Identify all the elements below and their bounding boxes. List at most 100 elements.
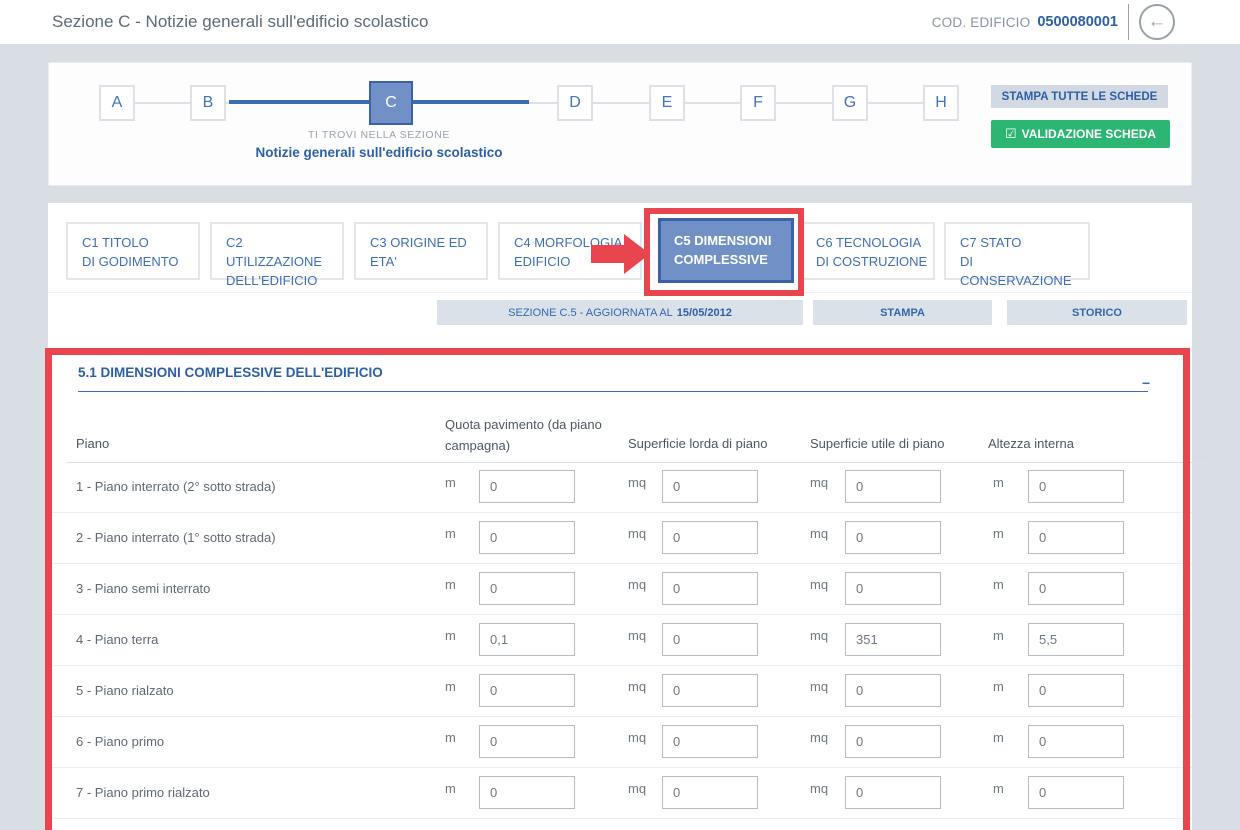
altezza-interna-input[interactable] bbox=[1028, 470, 1124, 503]
unit-label: mq bbox=[810, 577, 828, 592]
quota-pavimento-input[interactable] bbox=[479, 470, 575, 503]
header-divider bbox=[1128, 4, 1129, 40]
superficie-utile-input[interactable] bbox=[845, 725, 941, 758]
table-row: 5 - Piano rialzato m mq mq m bbox=[48, 666, 1192, 717]
column-header-altezza-interna: Altezza interna bbox=[988, 436, 1074, 451]
tab-label-line1: C2 UTILIZZAZIONE bbox=[226, 233, 342, 271]
table-row: 1 - Piano interrato (2° sotto strada) m … bbox=[48, 462, 1192, 513]
quota-pavimento-input[interactable] bbox=[479, 521, 575, 554]
building-code-label: COD. EDIFICIO bbox=[932, 15, 1031, 30]
unit-label: m bbox=[445, 577, 456, 592]
arrow-left-circle-icon: ← bbox=[1148, 11, 1167, 32]
superficie-lorda-input[interactable] bbox=[662, 623, 758, 656]
altezza-interna-input[interactable] bbox=[1028, 521, 1124, 554]
unit-label: mq bbox=[628, 730, 646, 745]
unit-label: m bbox=[445, 526, 456, 541]
tab-label-line2: COMPLESSIVE bbox=[674, 250, 791, 269]
page-title: Sezione C - Notizie generali sull'edific… bbox=[52, 0, 428, 44]
table-row: 2 - Piano interrato (1° sotto strada) m … bbox=[48, 513, 1192, 564]
superficie-utile-input[interactable] bbox=[845, 572, 941, 605]
altezza-interna-input[interactable] bbox=[1028, 623, 1124, 656]
unit-label: m bbox=[993, 781, 1004, 796]
unit-label: m bbox=[445, 679, 456, 694]
quota-pavimento-input[interactable] bbox=[479, 776, 575, 809]
unit-label: mq bbox=[810, 781, 828, 796]
altezza-interna-input[interactable] bbox=[1028, 725, 1124, 758]
collapse-section-control[interactable]: − bbox=[1142, 375, 1150, 391]
tab-c2-utilizzazione-edificio[interactable]: C2 UTILIZZAZIONE DELL'EDIFICIO bbox=[210, 222, 344, 280]
wizard-card: A B C D E F G H TI TROVI NELLA SEZIONE N… bbox=[48, 62, 1192, 186]
tab-c5-dimensioni-complessive-active[interactable]: C5 DIMENSIONI COMPLESSIVE bbox=[658, 218, 794, 283]
unit-label: mq bbox=[810, 679, 828, 694]
tab-c3-origine-ed-eta[interactable]: C3 ORIGINE ED ETA' bbox=[354, 222, 488, 280]
wizard-step-g[interactable]: G bbox=[832, 85, 868, 121]
superficie-utile-input[interactable] bbox=[845, 776, 941, 809]
row-label: 2 - Piano interrato (1° sotto strada) bbox=[76, 530, 276, 545]
row-label: 1 - Piano interrato (2° sotto strada) bbox=[76, 479, 276, 494]
tab-c7-stato-di-conservazione[interactable]: C7 STATO DI CONSERVAZIONE bbox=[944, 222, 1090, 280]
superficie-utile-input[interactable] bbox=[845, 470, 941, 503]
row-label: 3 - Piano semi interrato bbox=[76, 581, 210, 596]
column-header-superficie-lorda: Superficie lorda di piano bbox=[628, 436, 767, 451]
wizard-step-b[interactable]: B bbox=[190, 85, 226, 121]
wizard-step-f[interactable]: F bbox=[740, 85, 776, 121]
quota-pavimento-input[interactable] bbox=[479, 572, 575, 605]
quota-pavimento-input[interactable] bbox=[479, 725, 575, 758]
back-button[interactable]: ← bbox=[1139, 4, 1175, 40]
print-button[interactable]: STAMPA bbox=[813, 300, 992, 325]
app: Sezione C - Notizie generali sull'edific… bbox=[0, 0, 1240, 830]
superficie-lorda-input[interactable] bbox=[662, 725, 758, 758]
unit-label: mq bbox=[628, 577, 646, 592]
building-code-value: 0500080001 bbox=[1037, 14, 1118, 30]
unit-label: mq bbox=[810, 475, 828, 490]
tab-label-line1: C4 MORFOLOGIA bbox=[514, 233, 640, 252]
wizard-caption-title: Notizie generali sull'edificio scolastic… bbox=[119, 145, 639, 160]
superficie-utile-input[interactable] bbox=[845, 623, 941, 656]
unit-label: m bbox=[445, 628, 456, 643]
superficie-utile-input[interactable] bbox=[845, 674, 941, 707]
superficie-lorda-input[interactable] bbox=[662, 674, 758, 707]
unit-label: m bbox=[993, 730, 1004, 745]
minus-icon: − bbox=[1142, 375, 1150, 391]
tab-label-line2: DI CONSERVAZIONE bbox=[960, 252, 1088, 290]
wizard-step-d[interactable]: D bbox=[557, 85, 593, 121]
history-button[interactable]: STORICO bbox=[1007, 300, 1187, 325]
print-all-button[interactable]: STAMPA TUTTE LE SCHEDE bbox=[991, 85, 1168, 108]
wizard-step-e[interactable]: E bbox=[649, 85, 685, 121]
altezza-interna-input[interactable] bbox=[1028, 776, 1124, 809]
altezza-interna-input[interactable] bbox=[1028, 674, 1124, 707]
unit-label: m bbox=[445, 730, 456, 745]
wizard-step-h[interactable]: H bbox=[923, 85, 959, 121]
unit-label: m bbox=[993, 679, 1004, 694]
superficie-lorda-input[interactable] bbox=[662, 776, 758, 809]
tab-label-line2: EDIFICIO bbox=[514, 252, 640, 271]
unit-label: m bbox=[993, 526, 1004, 541]
tab-c6-tecnologia-di-costruzione[interactable]: C6 TECNOLOGIA DI COSTRUZIONE bbox=[800, 222, 935, 280]
unit-label: mq bbox=[628, 679, 646, 694]
unit-label: mq bbox=[628, 526, 646, 541]
quota-pavimento-input[interactable] bbox=[479, 623, 575, 656]
tab-c1-titolo-di-godimento[interactable]: C1 TITOLO DI GODIMENTO bbox=[66, 222, 200, 280]
altezza-interna-input[interactable] bbox=[1028, 572, 1124, 605]
superficie-lorda-input[interactable] bbox=[662, 521, 758, 554]
table-row: 4 - Piano terra m mq mq m bbox=[48, 615, 1192, 666]
unit-label: mq bbox=[628, 475, 646, 490]
header: Sezione C - Notizie generali sull'edific… bbox=[0, 0, 1240, 44]
tab-label-line1: C5 DIMENSIONI bbox=[674, 231, 791, 250]
table-row: 7 - Piano primo rialzato m mq mq m bbox=[48, 768, 1192, 819]
superficie-utile-input[interactable] bbox=[845, 521, 941, 554]
wizard-step-c-active[interactable]: C bbox=[369, 81, 413, 125]
section-updated-label: SEZIONE C.5 - AGGIORNATA AL bbox=[508, 307, 673, 319]
validate-button[interactable]: ☑VALIDAZIONE SCHEDA bbox=[991, 120, 1170, 148]
tab-c4-morfologia-edificio[interactable]: C4 MORFOLOGIA EDIFICIO bbox=[498, 222, 642, 280]
superficie-lorda-input[interactable] bbox=[662, 572, 758, 605]
superficie-lorda-input[interactable] bbox=[662, 470, 758, 503]
wizard-step-a[interactable]: A bbox=[99, 85, 135, 121]
unit-label: mq bbox=[810, 526, 828, 541]
unit-label: mq bbox=[628, 781, 646, 796]
tab-label-line1: C1 TITOLO bbox=[82, 233, 198, 252]
row-label: 6 - Piano primo bbox=[76, 734, 164, 749]
wizard-caption: TI TROVI NELLA SEZIONE Notizie generali … bbox=[119, 129, 639, 160]
unit-label: m bbox=[993, 628, 1004, 643]
quota-pavimento-input[interactable] bbox=[479, 674, 575, 707]
